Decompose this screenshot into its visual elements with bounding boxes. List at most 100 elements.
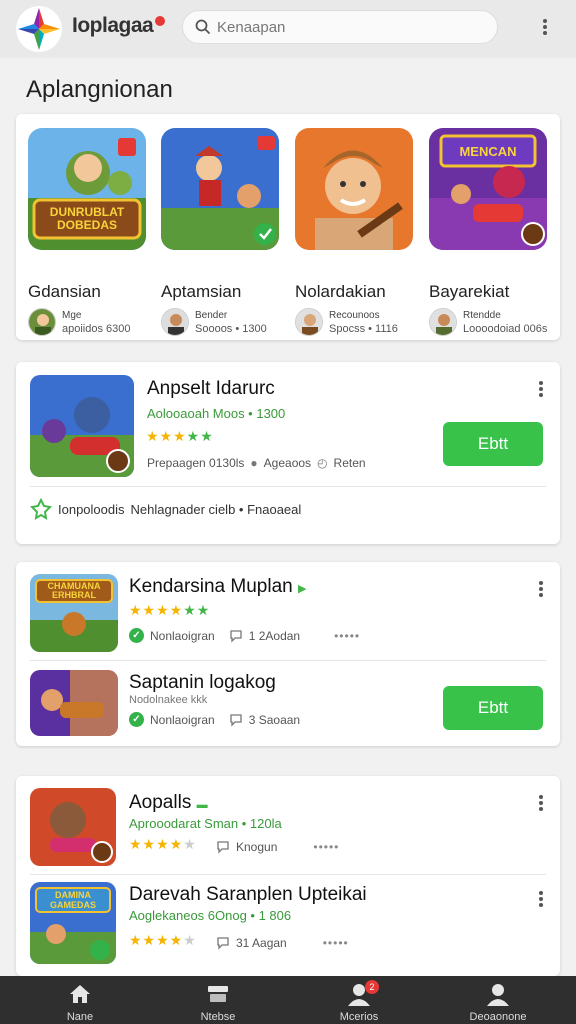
nav-item-browse[interactable]: Ntebse [146, 976, 290, 1024]
app-icon[interactable] [30, 670, 118, 736]
more-dots: ••••• [334, 628, 361, 643]
star-rating: ★★★★★ [129, 836, 197, 852]
comment-count: 31 Aagan [236, 936, 287, 950]
star-rating: ★★★★★ [129, 932, 197, 948]
search-bar[interactable] [182, 10, 498, 44]
more-options-icon[interactable] [540, 16, 550, 38]
game-name: Nolardakian [295, 282, 386, 301]
info-text: Prepaagen 0130ls [147, 456, 245, 470]
comment-icon [230, 629, 242, 643]
app-title: Ioplagaa [72, 14, 166, 38]
row-menu-icon[interactable] [536, 578, 546, 600]
app-name[interactable]: Kendarsina Muplan ▶ [129, 576, 306, 598]
game-meta: Soooos • 1300 [195, 323, 267, 335]
divider [30, 874, 546, 875]
profile-icon [487, 984, 509, 1006]
thumbnail-banner: MENCAN [459, 144, 517, 159]
developer-name: Bender [195, 310, 228, 321]
top-bar: Ioplagaa [0, 0, 576, 58]
notification-badge: 2 [365, 980, 379, 994]
app-name[interactable]: Darevah Saranplen Upteikai [129, 884, 367, 906]
get-button[interactable]: Ebtt [443, 422, 543, 466]
pin-icon: ● [250, 456, 258, 470]
game-name: Gdansian [28, 282, 101, 301]
star-rating: ★★★★★★ [129, 602, 211, 618]
app-name[interactable]: Aopalls ▬ [129, 792, 208, 814]
game-thumbnail[interactable]: MENCAN [429, 128, 547, 250]
comment-icon [217, 937, 229, 950]
featured-item[interactable]: Nolardakian Recounoos Spocss • 1116 [295, 128, 415, 336]
featured-item[interactable]: Aptamsian Bender Soooos • 1300 [161, 128, 281, 336]
clock-icon: ◴ [317, 456, 328, 470]
bottom-navigation: Nane Ntebse 2 Mcerios Deoaonone [0, 976, 576, 1024]
developer-avatar [28, 308, 56, 336]
section-title: Aplangnionan [26, 76, 173, 103]
developer-avatar [429, 308, 457, 336]
star-rating: ★★★★★ [146, 428, 214, 444]
app-subtitle: Aolooaoah Moos • 1300 [147, 406, 286, 421]
comment-icon [230, 713, 242, 727]
app-info-row: Prepaagen 0130ls ● Ageaoos ◴ Reten [147, 456, 366, 470]
nav-item-home[interactable]: Nane [8, 976, 152, 1024]
card-footer[interactable]: Ionpoloodis Nehlagnader cielb • Fnaoaeal [30, 498, 301, 520]
app-logo[interactable] [16, 6, 62, 52]
thumbnail-banner: CHAMUANA ERHBRAL [47, 581, 101, 600]
verified-check-icon: ✓ [129, 712, 144, 727]
developer-avatar [295, 308, 323, 336]
app-name[interactable]: Anpselt Idarurc [147, 378, 275, 400]
featured-item[interactable]: MENCAN Bayarekiat Rtendde Loooodoiad 006… [429, 128, 549, 336]
app-list-card: Aopalls ▬ Aprooodarat Sman • 120la ★★★★★… [16, 776, 560, 976]
game-thumbnail[interactable] [161, 128, 279, 250]
nav-label: Nane [66, 1011, 94, 1023]
app-icon[interactable]: DAMINA GAMEDAS [30, 882, 116, 964]
row-menu-icon[interactable] [536, 792, 546, 814]
notification-dot-icon [155, 16, 166, 26]
trending-icon: ▶ [298, 583, 307, 595]
app-card: Anpselt Idarurc Aolooaoah Moos • 1300 ★★… [16, 362, 560, 544]
game-meta: Loooodoiad 006s [463, 323, 548, 335]
thumbnail-banner: DUNRUBLAT DOBEDAS [49, 205, 125, 232]
app-info-row: Knogun ••••• [216, 840, 339, 854]
info-text: Nonlaoigran [150, 712, 215, 727]
app-subtitle: Aoglekaneos 6Onog • 1 806 [129, 908, 292, 923]
app-icon[interactable]: CHAMUANA ERHBRAL [30, 574, 118, 652]
app-list-card: CHAMUANA ERHBRAL Kendarsina Muplan ▶ ★★★… [16, 562, 560, 746]
nav-label: Ntebse [200, 1011, 236, 1023]
search-input[interactable] [217, 18, 477, 36]
nav-item-messages[interactable]: 2 Mcerios [287, 976, 431, 1024]
app-info-row: ✓ Nonlaoigran 1 2Aodan ••••• [129, 628, 360, 643]
app-icon[interactable] [30, 788, 116, 866]
search-icon [195, 19, 211, 35]
info-text: Ageaoos [263, 456, 312, 470]
developer-name: Mge [62, 310, 82, 321]
game-meta: Spocss • 1116 [329, 323, 398, 335]
app-subtitle: Aprooodarat Sman • 120la [129, 816, 282, 831]
app-info-row: ✓ Nonlaoigran 3 Saoaan [129, 712, 300, 727]
more-dots: ••••• [313, 840, 340, 854]
divider [30, 486, 546, 487]
nav-item-profile[interactable]: Deoaonone [426, 976, 570, 1024]
game-name: Aptamsian [161, 282, 242, 301]
stack-icon [208, 986, 228, 1002]
app-icon[interactable] [30, 375, 134, 477]
verified-check-icon: ✓ [129, 628, 144, 643]
card-menu-icon[interactable] [536, 378, 546, 400]
app-info-row: 31 Aagan ••••• [216, 936, 349, 950]
comment-count: 3 Saoaan [248, 712, 301, 727]
comment-count: Knogun [236, 840, 278, 854]
developer-avatar [161, 308, 189, 336]
game-meta: apoiidos 6300 [62, 323, 131, 335]
thumbnail-banner: DAMINA GAMEDAS [49, 890, 96, 910]
footer-text: Nehlagnader cielb • Fnaoaeal [130, 501, 302, 517]
row-menu-icon[interactable] [536, 888, 546, 910]
app-name[interactable]: Saptanin logakog [129, 672, 276, 694]
game-thumbnail[interactable] [295, 128, 413, 250]
game-thumbnail[interactable]: DUNRUBLAT DOBEDAS [28, 128, 146, 250]
info-text: Nonlaoigran [150, 628, 215, 643]
nav-label: Mcerios [339, 1011, 379, 1023]
featured-item[interactable]: DUNRUBLAT DOBEDAS Gdansian Mge apoiidos … [28, 128, 148, 336]
comment-count: 1 2Aodan [248, 628, 301, 643]
nav-label: Deoaonone [469, 1011, 527, 1023]
get-button[interactable]: Ebtt [443, 686, 543, 730]
badge-icon [30, 498, 52, 520]
